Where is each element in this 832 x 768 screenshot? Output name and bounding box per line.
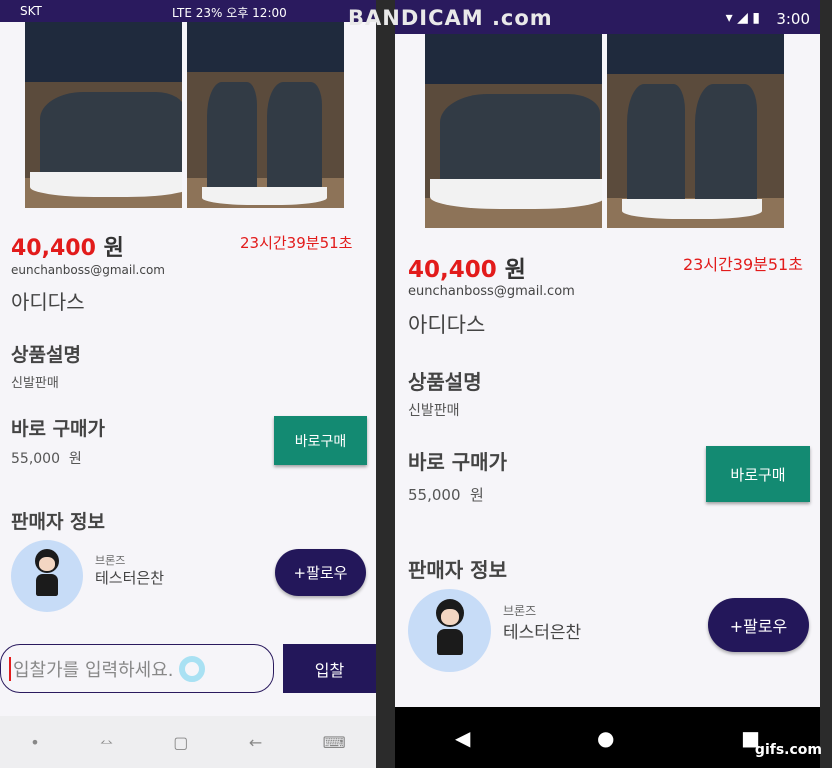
- auction-timer: 23시간39분51초: [240, 234, 353, 252]
- text-cursor: [9, 656, 11, 681]
- description-body-right: 신발판매: [408, 403, 460, 419]
- recent-apps-icon[interactable]: ⥎: [100, 732, 113, 752]
- bandicam-watermark: BANDICAM .com: [348, 6, 553, 30]
- home-icon-right[interactable]: ●: [597, 726, 614, 750]
- follow-button-right[interactable]: +팔로우: [708, 598, 809, 652]
- clock-label: 오후 12:00: [226, 6, 287, 20]
- carrier-label: SKT: [20, 4, 42, 18]
- dot-icon[interactable]: •: [30, 733, 39, 752]
- follow-button[interactable]: +팔로우: [275, 549, 366, 596]
- buy-now-button-right[interactable]: 바로구매: [706, 446, 810, 502]
- description-body: 신발판매: [11, 376, 59, 391]
- bid-button[interactable]: 입찰: [283, 644, 376, 693]
- status-bar: SKT LTE 23% 오후 12:00: [0, 0, 376, 22]
- product-image-2-right[interactable]: [607, 34, 784, 228]
- battery-label: 23%: [195, 6, 223, 20]
- gifs-watermark: gifs.com: [754, 742, 822, 758]
- back-icon-right[interactable]: ◀: [455, 726, 470, 750]
- product-image-2[interactable]: [187, 22, 344, 208]
- home-icon[interactable]: ▢: [173, 733, 188, 752]
- seller-rank-right: 브론즈: [503, 604, 537, 618]
- buy-now-price-right: 55,000 원: [408, 486, 484, 504]
- back-icon[interactable]: ←: [249, 733, 262, 752]
- buy-now-heading-right: 바로 구매가: [408, 450, 507, 474]
- seller-info-heading: 판매자 정보: [11, 511, 106, 533]
- left-phone-screen: SKT LTE 23% 오후 12:00 40,400 원 23시간39분51초…: [0, 0, 376, 768]
- seller-avatar[interactable]: [11, 540, 83, 612]
- product-brand-right: 아디다스: [408, 313, 486, 337]
- auction-timer-right: 23시간39분51초: [683, 255, 803, 274]
- navigation-bar-right: ◀ ● ■: [395, 707, 820, 768]
- bid-placeholder: 입찰가를 입력하세요.: [13, 659, 174, 681]
- status-time: 3:00: [776, 10, 810, 28]
- wifi-signal-battery-icons: ▾ ◢ ▮: [725, 10, 760, 26]
- seller-info-heading-right: 판매자 정보: [408, 558, 507, 582]
- signal-label: LTE: [172, 6, 192, 20]
- seller-email-right: eunchanboss@gmail.com: [408, 284, 575, 299]
- loading-spinner-icon: [179, 655, 206, 682]
- keyboard-icon[interactable]: ⌨: [323, 733, 346, 752]
- seller-email: eunchanboss@gmail.com: [11, 263, 165, 277]
- product-image-1-right[interactable]: [425, 34, 602, 228]
- bid-input[interactable]: 입찰가를 입력하세요.: [0, 644, 274, 693]
- product-brand: 아디다스: [11, 290, 85, 314]
- description-heading-right: 상품설명: [408, 370, 482, 394]
- buy-now-heading: 바로 구매가: [11, 418, 106, 440]
- seller-rank: 브론즈: [95, 554, 126, 567]
- buy-now-button[interactable]: 바로구매: [274, 416, 367, 465]
- navigation-bar: • ⥎ ▢ ← ⌨: [0, 716, 376, 768]
- description-heading: 상품설명: [11, 344, 81, 366]
- right-phone-screen: ▾ ◢ ▮ 3:00 40,400 원 23시간39분51초 eunchanbo…: [395, 0, 820, 768]
- price-text: 40,400 원: [11, 236, 124, 261]
- price-text-right: 40,400 원: [408, 257, 526, 283]
- seller-name-right: 테스터은찬: [503, 623, 582, 643]
- product-image-1[interactable]: [25, 22, 182, 208]
- seller-name: 테스터은찬: [95, 569, 165, 587]
- seller-avatar-right[interactable]: [408, 589, 491, 672]
- buy-now-price: 55,000 원: [11, 451, 82, 467]
